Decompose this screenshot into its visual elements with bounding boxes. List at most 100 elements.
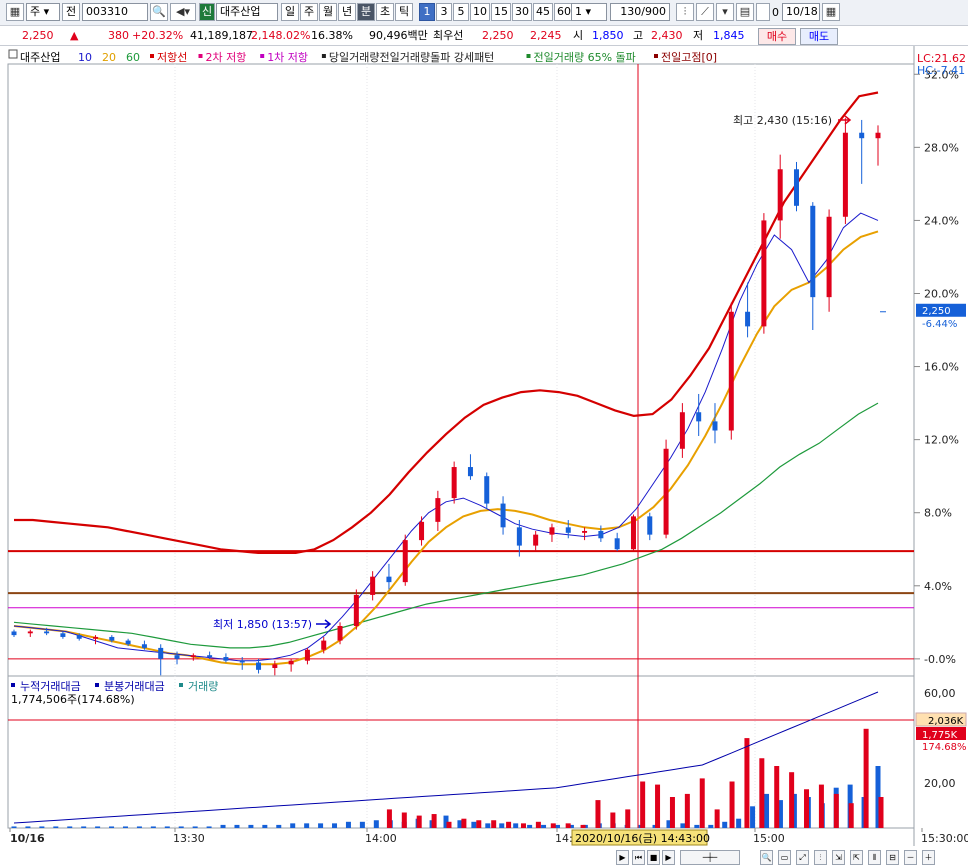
candle-body[interactable] — [141, 644, 147, 648]
candle-body[interactable] — [109, 636, 115, 641]
candle-body[interactable] — [223, 657, 229, 661]
expand-icon[interactable]: ⤢ — [796, 850, 809, 865]
candle-body[interactable] — [11, 631, 17, 636]
stock-code-input[interactable]: 003310 — [82, 3, 148, 21]
candle-body[interactable] — [647, 516, 653, 535]
candle-body[interactable] — [353, 594, 359, 626]
candle-body[interactable] — [402, 540, 408, 583]
period-tab-5[interactable]: 초 — [376, 3, 394, 21]
candle-body[interactable] — [745, 311, 751, 327]
sell-button[interactable]: 매도 — [800, 28, 838, 45]
chart-tool-icon[interactable]: ⫶ — [814, 850, 827, 865]
candle-body[interactable] — [27, 631, 33, 634]
date-checkbox[interactable] — [756, 3, 770, 21]
candle-body[interactable] — [484, 476, 490, 504]
indicator-icon[interactable]: ▾ — [716, 3, 734, 21]
market-type-select[interactable]: 주 ▾ — [26, 3, 60, 21]
candle-body[interactable] — [875, 132, 881, 139]
candle-body[interactable] — [630, 516, 636, 550]
candle-body[interactable] — [679, 412, 685, 449]
interval-tab-15[interactable]: 15 — [491, 3, 511, 21]
candle-body[interactable] — [76, 635, 82, 639]
stock-name-field[interactable]: 대주산업 — [216, 3, 278, 21]
candle-body[interactable] — [190, 655, 196, 658]
interval-tab-3[interactable]: 3 — [436, 3, 452, 21]
candle-body[interactable] — [614, 538, 620, 550]
date-input[interactable]: 10/18 — [782, 3, 820, 21]
candle-body[interactable] — [842, 132, 848, 217]
candle-body[interactable] — [663, 448, 669, 535]
shrink-icon[interactable]: ⇲ — [832, 850, 845, 865]
candle-body[interactable] — [533, 534, 539, 546]
candle-body[interactable] — [370, 576, 376, 595]
candle-body[interactable] — [239, 660, 245, 663]
candle-body[interactable] — [321, 640, 327, 650]
period-tab-0[interactable]: 일 — [281, 3, 299, 21]
interval-tab-1[interactable]: 1 — [419, 3, 435, 21]
candle-body[interactable] — [337, 625, 343, 641]
first-icon[interactable]: ⏮ — [632, 850, 645, 865]
interval-input[interactable]: 1 ▾ — [571, 3, 607, 21]
candle-body[interactable] — [598, 530, 604, 539]
search-icon[interactable]: 🔍 — [150, 3, 168, 21]
draw-tool-icon[interactable]: ⟋ — [696, 3, 714, 21]
bars-icon[interactable]: ⫴ — [868, 850, 881, 865]
period-tab-6[interactable]: 틱 — [395, 3, 413, 21]
prev-button[interactable]: 전 — [62, 3, 80, 21]
candle-body[interactable] — [256, 662, 262, 670]
candle-body[interactable] — [288, 660, 294, 665]
candle-body[interactable] — [419, 521, 425, 541]
candle-body[interactable] — [451, 467, 457, 499]
zoom-in-icon[interactable]: ＋ — [922, 850, 935, 865]
candle-body[interactable] — [125, 640, 131, 645]
candle-body[interactable] — [712, 421, 718, 431]
lock-icon[interactable]: ⊟ — [886, 850, 899, 865]
candle-body[interactable] — [793, 169, 799, 206]
speaker-icon[interactable]: ◀▾ — [170, 3, 196, 21]
candle-body[interactable] — [696, 412, 702, 422]
count-input[interactable]: 130/900 — [610, 3, 670, 21]
candle-body[interactable] — [500, 503, 506, 528]
candle-body[interactable] — [826, 216, 832, 298]
layout-icon[interactable]: ▦ — [6, 3, 24, 21]
interval-tab-30[interactable]: 30 — [512, 3, 532, 21]
candle-body[interactable] — [386, 576, 392, 583]
candle-body[interactable] — [435, 498, 441, 522]
candle-body[interactable] — [582, 530, 588, 533]
stop-icon[interactable]: ■ — [647, 850, 660, 865]
price-chart[interactable]: 32.0%28.0%24.0%20.0%16.0%12.0%8.0%4.0%-0… — [0, 46, 968, 868]
buy-button[interactable]: 매수 — [758, 28, 796, 45]
candle-body[interactable] — [467, 467, 473, 477]
interval-tab-45[interactable]: 45 — [533, 3, 553, 21]
fit-icon[interactable]: ⇱ — [850, 850, 863, 865]
calendar-icon[interactable]: ▦ — [822, 3, 840, 21]
period-tab-1[interactable]: 주 — [300, 3, 318, 21]
scroll-right-icon[interactable]: ▶ — [616, 850, 629, 865]
grid-icon[interactable]: ▤ — [736, 3, 754, 21]
candle-body[interactable] — [93, 636, 99, 639]
legend-stock-name[interactable]: 대주산업 — [20, 51, 60, 64]
candle-body[interactable] — [304, 649, 310, 661]
candle-body[interactable] — [728, 311, 734, 431]
candle-body[interactable] — [158, 647, 164, 659]
period-tab-3[interactable]: 년 — [338, 3, 356, 21]
candle-body[interactable] — [272, 664, 278, 668]
play-icon[interactable]: ▶ — [662, 850, 675, 865]
candle-body[interactable] — [44, 631, 50, 634]
candle-type-icon[interactable]: ⫶ — [676, 3, 694, 21]
candle-body[interactable] — [60, 633, 66, 637]
compress-icon[interactable]: ▭ — [778, 850, 791, 865]
candle-body[interactable] — [207, 655, 213, 658]
candle-body[interactable] — [810, 205, 816, 298]
candle-body[interactable] — [549, 527, 555, 535]
zoom-out-icon[interactable]: － — [904, 850, 917, 865]
candle-body[interactable] — [174, 655, 180, 659]
candle-body[interactable] — [761, 220, 767, 327]
candle-body[interactable] — [777, 169, 783, 221]
period-tab-2[interactable]: 월 — [319, 3, 337, 21]
zoom-icon[interactable]: 🔍 — [760, 850, 773, 865]
candle-body[interactable] — [859, 132, 865, 139]
scroll-slider[interactable]: ─┼─ — [680, 850, 740, 865]
candle-body[interactable] — [516, 527, 522, 546]
interval-tab-5[interactable]: 5 — [453, 3, 469, 21]
